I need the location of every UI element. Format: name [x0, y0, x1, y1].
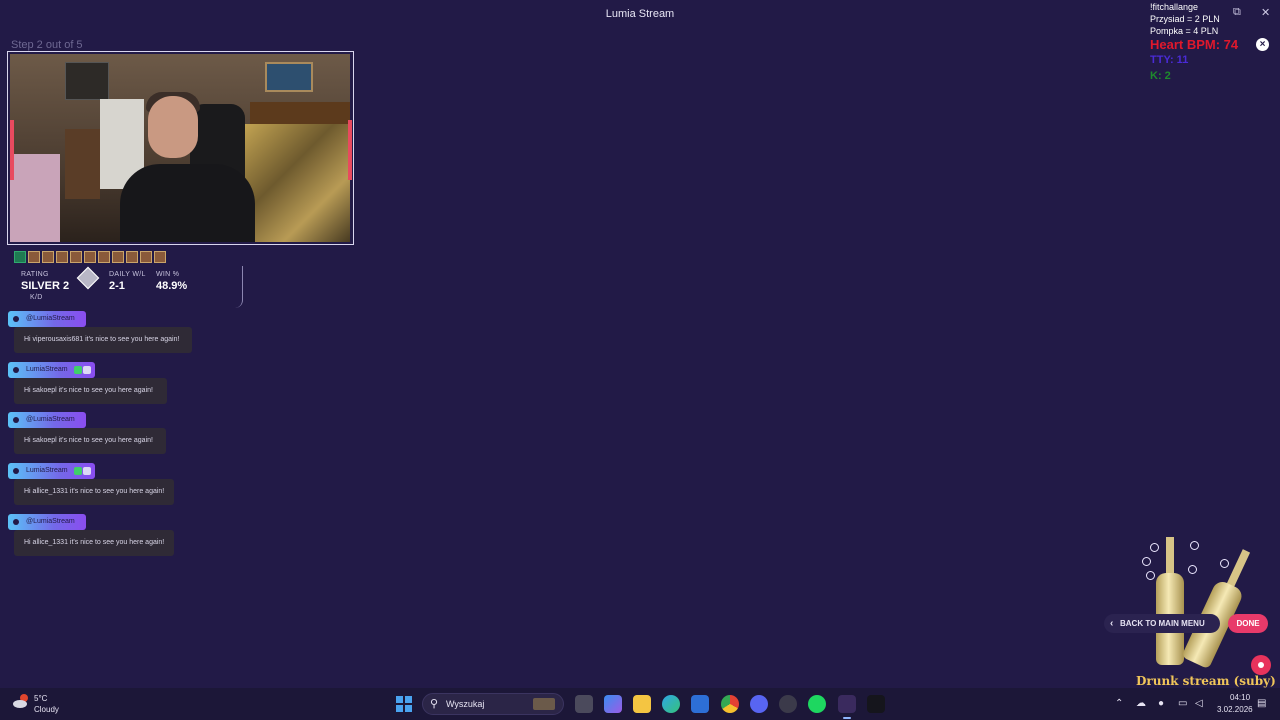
discord-icon[interactable] [750, 695, 768, 713]
edge-browser-icon[interactable] [662, 695, 680, 713]
kd-label: K/D [30, 294, 43, 301]
weather-temperature: 5°C [34, 694, 48, 703]
microphone-icon[interactable]: ● [1158, 698, 1164, 709]
taskbar: 5°C Cloudy ⚲ Wyszukaj ⌃ ☁ ● ▭ ◁ 04:10 3.… [0, 688, 1280, 720]
challenge-squat: Przysiad = 2 PLN [1150, 14, 1220, 24]
win-percent-label: WIN % [156, 271, 180, 278]
challenge-pushup: Pompka = 4 PLN [1150, 26, 1219, 36]
search-icon: ⚲ [430, 698, 439, 710]
taskbar-search[interactable]: ⚲ Wyszukaj [422, 693, 564, 715]
webcam-accent-left [10, 120, 14, 180]
verified-badge-icon [74, 366, 82, 374]
notifications-icon[interactable]: ▤ [1257, 698, 1266, 709]
clock-date[interactable]: 3.02.2026 [1217, 705, 1253, 714]
weather-description: Cloudy [34, 705, 59, 714]
rating-value: SILVER 2 [21, 280, 70, 292]
heart-bpm: Heart BPM: 74 [1150, 37, 1239, 52]
weather-icon[interactable] [12, 693, 30, 709]
chat-username: @LumiaStream [8, 412, 86, 428]
close-icon[interactable]: × [1256, 38, 1269, 51]
rank-history-strip [14, 251, 174, 263]
microsoft-store-icon[interactable] [691, 695, 709, 713]
tty-counter: TTY: 11 [1150, 54, 1189, 66]
chrome-icon[interactable] [721, 695, 739, 713]
verified-badge-icon [74, 467, 82, 475]
task-view-icon[interactable] [575, 695, 593, 713]
tray-overflow-icon[interactable]: ⌃ [1115, 698, 1123, 709]
daily-wl-label: DAILY W/L [109, 271, 146, 278]
chat-message-text: Hi viperousaxis681 it's nice to see you … [14, 327, 192, 353]
chat-message-text: Hi sakoepl it's nice to see you here aga… [14, 378, 167, 404]
back-to-main-menu-button[interactable]: ‹ BACK TO MAIN MENU [1104, 614, 1220, 633]
restore-window-icon[interactable]: ⧉ [1233, 6, 1241, 19]
windows-start-icon[interactable] [396, 696, 412, 712]
copilot-icon[interactable] [604, 695, 622, 713]
chevron-left-icon: ‹ [1110, 618, 1114, 629]
search-placeholder: Wyszukaj [446, 699, 485, 709]
clock-time[interactable]: 04:10 [1230, 693, 1250, 702]
spotify-icon[interactable] [808, 695, 826, 713]
drunk-stream-title: Drunk stream (suby) [1136, 674, 1276, 688]
webcam-accent-right [348, 120, 352, 180]
stats-panel: RATING SILVER 2 DAILY W/L 2-1 WIN % 48.9… [12, 266, 243, 308]
champagne-bottles-image [1140, 537, 1260, 672]
network-icon[interactable]: ▭ [1178, 698, 1187, 709]
volume-icon[interactable]: ◁ [1195, 698, 1203, 709]
chat-username: LumiaStream [8, 362, 95, 378]
rating-label: RATING [21, 271, 49, 278]
obs-icon[interactable] [779, 695, 797, 713]
challenge-title: !fitchallange [1150, 2, 1199, 12]
moderator-badge-icon [83, 366, 91, 374]
file-explorer-icon[interactable] [633, 695, 651, 713]
chat-username: @LumiaStream [8, 311, 86, 327]
chat-bubble-icon[interactable] [1251, 655, 1271, 675]
search-highlight-image [533, 698, 555, 710]
moderator-badge-icon [83, 467, 91, 475]
kills-counter: K: 2 [1150, 70, 1171, 82]
step-indicator: Step 2 out of 5 [11, 39, 83, 51]
close-window-icon[interactable]: ✕ [1261, 6, 1270, 19]
active-app-indicator [843, 717, 851, 719]
chat-message-text: Hi allice_1331 it's nice to see you here… [14, 479, 174, 505]
daily-wl-value: 2-1 [109, 280, 125, 292]
webcam-feed [10, 54, 350, 242]
rank-badge-icon [76, 266, 100, 290]
title-bar: Lumia Stream ⧉ ✕ [0, 0, 1280, 28]
terminal-icon[interactable] [867, 695, 885, 713]
app-title: Lumia Stream [605, 8, 675, 20]
lumia-stream-icon[interactable] [838, 695, 856, 713]
onedrive-icon[interactable]: ☁ [1136, 698, 1146, 709]
chat-message-text: Hi allice_1331 it's nice to see you here… [14, 530, 174, 556]
done-button[interactable]: DONE [1228, 614, 1268, 633]
chat-message-text: Hi sakoepl it's nice to see you here aga… [14, 428, 166, 454]
chat-username: LumiaStream [8, 463, 95, 479]
win-percent-value: 48.9% [156, 280, 188, 292]
chat-username: @LumiaStream [8, 514, 86, 530]
